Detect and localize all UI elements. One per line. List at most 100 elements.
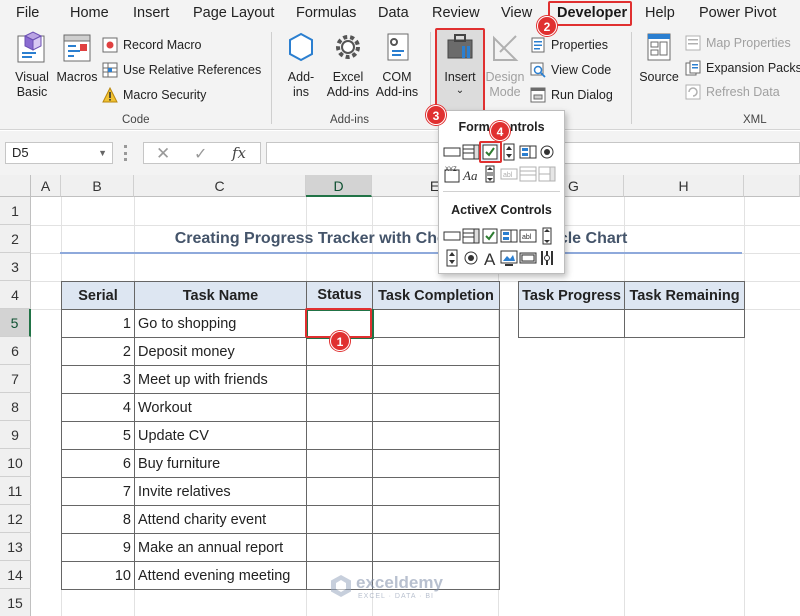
task-name-cell[interactable]: Buy furniture: [134, 449, 307, 478]
status-cell[interactable]: [306, 421, 373, 450]
serial-cell[interactable]: 7: [61, 477, 135, 506]
activex-checkbox-icon[interactable]: [481, 227, 499, 245]
command-button-icon[interactable]: [443, 227, 461, 245]
tab-home[interactable]: Home: [70, 3, 109, 23]
tab-page-layout[interactable]: Page Layout: [193, 3, 274, 23]
tab-power-pivot[interactable]: Power Pivot: [699, 3, 776, 23]
row-header[interactable]: 7: [0, 365, 31, 393]
activex-image-icon[interactable]: [500, 249, 518, 267]
activex-combo-box-icon[interactable]: [462, 227, 480, 245]
status-cell[interactable]: [306, 365, 373, 394]
serial-cell[interactable]: 4: [61, 393, 135, 422]
tab-insert[interactable]: Insert: [133, 3, 169, 23]
enter-check-icon[interactable]: ✓: [194, 144, 207, 164]
column-header-c[interactable]: C: [134, 175, 306, 197]
column-header-b[interactable]: B: [61, 175, 134, 197]
task-remaining-cell[interactable]: [624, 309, 745, 338]
task-name-cell[interactable]: Attend charity event: [134, 505, 307, 534]
text-field-control-icon[interactable]: abl: [500, 165, 518, 183]
activex-list-box-icon[interactable]: [500, 227, 518, 245]
row-header[interactable]: 1: [0, 197, 31, 225]
task-name-cell[interactable]: Deposit money: [134, 337, 307, 366]
insert-function-icon[interactable]: fx: [232, 144, 246, 162]
button-control-icon[interactable]: [443, 143, 461, 161]
row-header[interactable]: 2: [0, 225, 31, 253]
group-box-control-icon[interactable]: XYZ: [443, 165, 461, 183]
completion-cell[interactable]: [372, 421, 500, 450]
combo-box-control-icon[interactable]: [462, 143, 480, 161]
row-header[interactable]: 6: [0, 337, 31, 365]
header-status[interactable]: Status: [306, 281, 373, 310]
completion-cell[interactable]: [372, 337, 500, 366]
task-name-cell[interactable]: Attend evening meeting: [134, 561, 307, 590]
activex-option-button-icon[interactable]: [462, 249, 480, 267]
task-name-cell[interactable]: Make an annual report: [134, 533, 307, 562]
row-header[interactable]: 13: [0, 533, 31, 561]
option-button-control-icon[interactable]: [538, 143, 556, 161]
row-header[interactable]: 8: [0, 393, 31, 421]
serial-cell[interactable]: 3: [61, 365, 135, 394]
row-header[interactable]: 4: [0, 281, 31, 309]
serial-cell[interactable]: 2: [61, 337, 135, 366]
status-cell[interactable]: [306, 477, 373, 506]
header-task-remaining[interactable]: Task Remaining: [624, 281, 745, 310]
completion-cell[interactable]: [372, 365, 500, 394]
row-header[interactable]: 14: [0, 561, 31, 589]
column-header-a[interactable]: A: [31, 175, 61, 197]
header-task-progress[interactable]: Task Progress: [518, 281, 625, 310]
status-cell[interactable]: [306, 393, 373, 422]
column-header-i[interactable]: [744, 175, 800, 197]
cancel-icon[interactable]: ✕: [156, 144, 170, 164]
header-task-completion[interactable]: Task Completion: [372, 281, 500, 310]
row-header[interactable]: 3: [0, 253, 31, 281]
tab-help[interactable]: Help: [645, 3, 675, 23]
completion-cell[interactable]: [372, 309, 500, 338]
scroll-bar-control-icon[interactable]: [481, 165, 499, 183]
excel-add-ins-button[interactable]: Excel Add-ins: [324, 30, 372, 100]
header-serial[interactable]: Serial: [61, 281, 135, 310]
com-add-ins-button[interactable]: COM Add-ins: [372, 30, 422, 100]
completion-cell[interactable]: [372, 477, 500, 506]
completion-cell[interactable]: [372, 505, 500, 534]
tab-view[interactable]: View: [501, 3, 532, 23]
serial-cell[interactable]: 5: [61, 421, 135, 450]
activex-label-icon[interactable]: A: [481, 249, 499, 267]
tab-file[interactable]: File: [16, 3, 39, 23]
combo-list-control-icon[interactable]: [519, 165, 537, 183]
source-button[interactable]: Source: [637, 30, 681, 85]
row-header[interactable]: 15: [0, 589, 31, 616]
status-cell[interactable]: [306, 533, 373, 562]
activex-toggle-button-icon[interactable]: [519, 249, 537, 267]
task-name-cell[interactable]: Go to shopping: [134, 309, 307, 338]
completion-cell[interactable]: [372, 449, 500, 478]
row-header[interactable]: 12: [0, 505, 31, 533]
serial-cell[interactable]: 9: [61, 533, 135, 562]
activex-text-box-icon[interactable]: abl: [519, 227, 537, 245]
row-header[interactable]: 11: [0, 477, 31, 505]
row-header[interactable]: 10: [0, 449, 31, 477]
more-controls-icon[interactable]: [538, 249, 556, 267]
serial-cell[interactable]: 8: [61, 505, 135, 534]
task-name-cell[interactable]: Meet up with friends: [134, 365, 307, 394]
select-all-corner[interactable]: [0, 175, 31, 197]
spin-button-control-icon[interactable]: [500, 143, 518, 161]
task-name-cell[interactable]: Workout: [134, 393, 307, 422]
task-progress-cell[interactable]: [518, 309, 625, 338]
serial-cell[interactable]: 10: [61, 561, 135, 590]
visual-basic-button[interactable]: Visual Basic: [6, 30, 58, 100]
completion-cell[interactable]: [372, 393, 500, 422]
combo-dropdown-control-icon[interactable]: [538, 165, 556, 183]
name-box[interactable]: D5 ▼: [5, 142, 113, 164]
task-name-cell[interactable]: Invite relatives: [134, 477, 307, 506]
header-task-name[interactable]: Task Name: [134, 281, 307, 310]
row-header-selected[interactable]: 5: [0, 309, 31, 337]
add-ins-button[interactable]: Add-ins: [280, 30, 322, 100]
design-mode-button[interactable]: Design Mode: [484, 30, 526, 100]
column-header-h[interactable]: H: [624, 175, 744, 197]
activex-spin-button-icon[interactable]: [443, 249, 461, 267]
task-name-cell[interactable]: Update CV: [134, 421, 307, 450]
tab-review[interactable]: Review: [432, 3, 480, 23]
tab-formulas[interactable]: Formulas: [296, 3, 356, 23]
status-cell[interactable]: [306, 449, 373, 478]
activex-scroll-bar-icon[interactable]: [538, 227, 556, 245]
